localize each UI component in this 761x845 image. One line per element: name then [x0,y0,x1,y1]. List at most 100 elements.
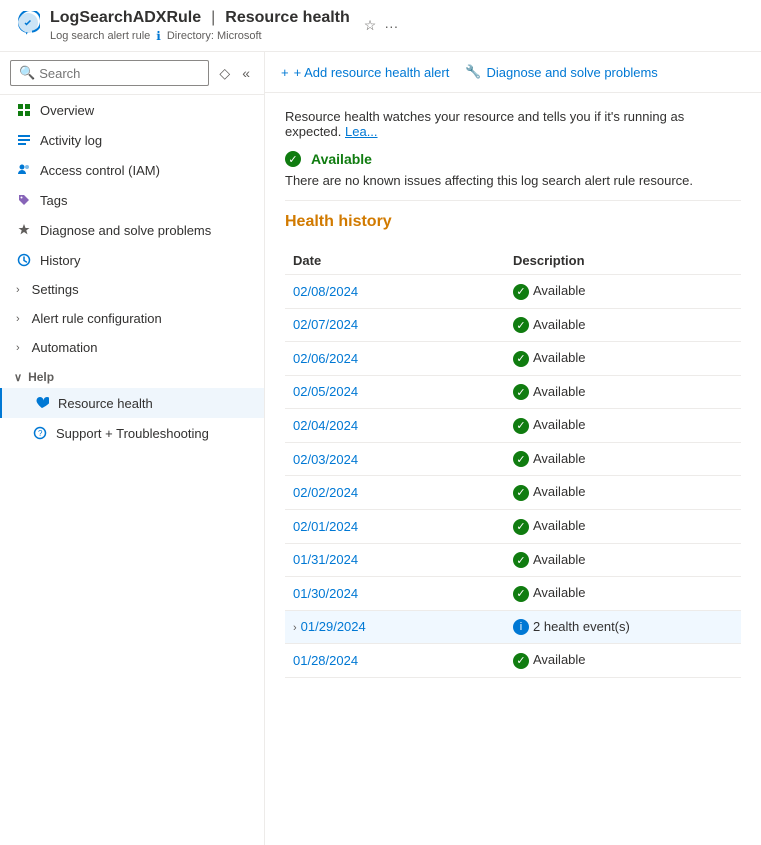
date-cell[interactable]: ›01/29/2024 [285,610,505,644]
available-check-icon: ✓ [513,351,529,367]
info-link[interactable]: Lea... [345,124,378,139]
sidebar-item-automation[interactable]: › Automation [0,333,264,362]
history-icon [16,252,32,268]
sidebar-item-label: Activity log [40,133,102,148]
sidebar-item-tags[interactable]: Tags [0,185,264,215]
date-cell[interactable]: 01/31/2024 [285,543,505,577]
resource-icon [16,11,40,41]
search-icon: 🔍 [19,65,35,81]
table-row: 01/30/2024 ✓ Available [285,577,741,611]
table-row: 02/07/2024 ✓Available [285,308,741,342]
header-title-block: LogSearchADXRule | Resource health Log s… [50,9,350,43]
search-input-wrap[interactable]: 🔍 [10,60,209,86]
sidebar-item-label: Automation [32,340,98,355]
sidebar-item-label: Resource health [58,396,153,411]
sidebar-item-support[interactable]: ? Support + Troubleshooting [0,418,264,448]
sidebar-item-label: History [40,253,80,268]
events-info-icon: i [513,619,529,635]
add-alert-button[interactable]: + + Add resource health alert [281,61,449,84]
sidebar-item-overview[interactable]: Overview [0,95,264,125]
sidebar-item-resource-health[interactable]: Resource health [0,388,264,418]
support-icon: ? [32,425,48,441]
chevron-left-icon[interactable]: « [238,63,254,83]
toolbar: + + Add resource health alert 🔧 Diagnose… [265,52,761,93]
description-cell: ✓Available [505,308,741,342]
available-text: Available [533,417,586,432]
info-banner: Resource health watches your resource an… [285,109,741,139]
table-row: 02/05/2024 ✓Available [285,375,741,409]
sidebar: 🔍 ◇ « Overview Activity log [0,52,265,845]
date-text: 02/03/2024 [293,452,358,467]
sidebar-item-diagnose[interactable]: Diagnose and solve problems [0,215,264,245]
date-text: 02/07/2024 [293,317,358,332]
automation-chevron-icon: › [16,342,20,354]
table-row: 02/08/2024✓Available [285,275,741,309]
table-row: 02/06/2024✓Available [285,342,741,376]
header-meta: Log search alert rule ℹ Directory: Micro… [50,29,350,43]
sidebar-item-label: Alert rule configuration [32,311,162,326]
description-cell: ✓Available [505,375,741,409]
sidebar-item-settings[interactable]: › Settings [0,275,264,304]
header-actions: ☆ ··· [364,17,399,34]
date-cell[interactable]: 01/30/2024 [285,577,505,611]
date-cell[interactable]: 02/04/2024 [285,409,505,443]
date-cell[interactable]: 02/02/2024 [285,476,505,510]
sidebar-item-activity-log[interactable]: Activity log [0,125,264,155]
available-text: Available [533,451,586,466]
header-separator: | [211,9,215,27]
date-cell[interactable]: 02/01/2024 [285,509,505,543]
search-input[interactable] [39,66,200,81]
header-page-title: Resource health [225,9,349,27]
date-text: 01/30/2024 [293,586,358,601]
events-text: 2 health event(s) [533,619,630,634]
table-row: 01/28/2024 ✓Available [285,644,741,678]
resource-health-icon [34,395,50,411]
date-text: 01/28/2024 [293,653,358,668]
description-cell: ✓Available [505,644,741,678]
date-cell[interactable]: 02/06/2024 [285,342,505,376]
description-cell: ✓Available [505,476,741,510]
sidebar-item-label: Settings [32,282,79,297]
diagnose-icon: 🔧 [465,64,481,80]
date-cell[interactable]: 02/07/2024 [285,308,505,342]
expand-row-button[interactable]: › [293,622,297,634]
help-section-header[interactable]: ∨ Help [0,362,264,388]
status-check-icon: ✓ [285,151,301,167]
header-resource-name: LogSearchADXRule | Resource health [50,9,350,27]
date-cell[interactable]: 02/05/2024 [285,375,505,409]
help-chevron-icon: ∨ [14,371,22,384]
date-cell[interactable]: 02/03/2024 [285,442,505,476]
available-text: Available [533,552,586,567]
sidebar-item-history[interactable]: History [0,245,264,275]
available-check-icon: ✓ [513,586,529,602]
favorite-icon[interactable]: ☆ [364,17,377,34]
more-options-icon[interactable]: ··· [384,18,398,34]
sidebar-item-access-control[interactable]: Access control (IAM) [0,155,264,185]
description-cell: ✓Available [505,509,741,543]
table-row: 01/31/2024✓Available [285,543,741,577]
help-label-text: Help [28,370,54,384]
available-check-icon: ✓ [513,418,529,434]
table-row: 02/01/2024✓Available [285,509,741,543]
diagnose-button[interactable]: 🔧 Diagnose and solve problems [465,60,657,84]
date-text: 02/06/2024 [293,351,358,366]
settings-chevron-icon: › [16,284,20,296]
available-text: Available [533,484,586,499]
available-text: Available [533,585,586,600]
date-cell[interactable]: 02/08/2024 [285,275,505,309]
add-alert-label: + Add resource health alert [294,65,450,80]
access-control-icon [16,162,32,178]
tags-icon [16,192,32,208]
available-check-icon: ✓ [513,284,529,300]
table-row: ›01/29/2024 i 2 health event(s) [285,610,741,644]
date-cell[interactable]: 01/28/2024 [285,644,505,678]
description-cell: ✓ Available [505,442,741,476]
collapse-icon[interactable]: ◇ [215,63,234,84]
overview-icon [16,102,32,118]
available-check-icon: ✓ [513,451,529,467]
main-layout: 🔍 ◇ « Overview Activity log [0,52,761,845]
sidebar-item-alert-rule[interactable]: › Alert rule configuration [0,304,264,333]
date-text: 02/05/2024 [293,384,358,399]
health-history-title: Health history [285,213,741,231]
sidebar-item-label: Support + Troubleshooting [56,426,209,441]
